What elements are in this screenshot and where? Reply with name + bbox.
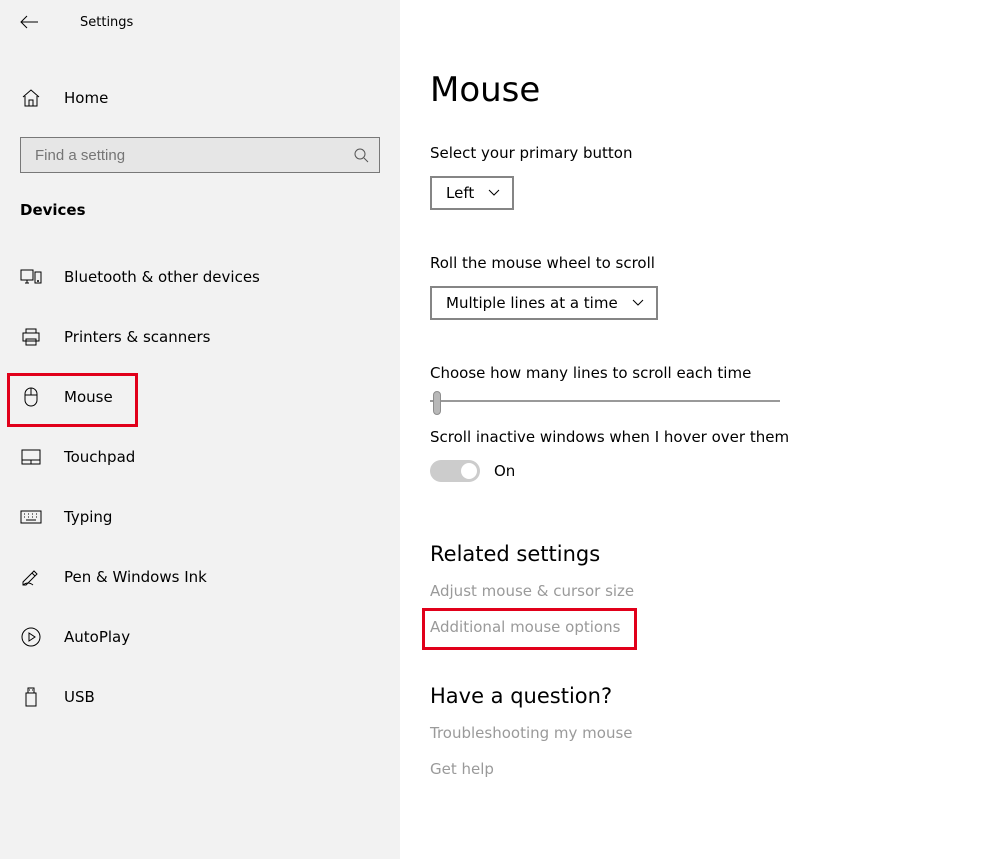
devices-icon: [20, 269, 42, 285]
question-heading: Have a question?: [430, 684, 963, 708]
chevron-down-icon: [632, 299, 644, 307]
search-icon: [353, 147, 369, 163]
sidebar-home[interactable]: Home: [0, 79, 400, 117]
usb-icon: [20, 687, 42, 707]
search-input[interactable]: [33, 146, 319, 165]
dropdown-value: Multiple lines at a time: [446, 294, 618, 312]
touchpad-icon: [20, 449, 42, 465]
sidebar-item-label: Typing: [64, 508, 112, 526]
link-troubleshoot[interactable]: Troubleshooting my mouse: [430, 724, 963, 742]
sidebar-item-typing[interactable]: Typing: [0, 495, 400, 539]
sidebar-item-mouse[interactable]: Mouse: [0, 375, 400, 419]
link-get-help[interactable]: Get help: [430, 760, 963, 778]
pen-icon: [20, 568, 42, 586]
sidebar-item-label: Printers & scanners: [64, 328, 210, 346]
sidebar-item-label: Mouse: [64, 388, 113, 406]
printer-icon: [20, 328, 42, 346]
main-content: Mouse Select your primary button Left Ro…: [400, 0, 993, 859]
sidebar-item-label: USB: [64, 688, 95, 706]
app-title: Settings: [80, 15, 133, 30]
lines-slider[interactable]: [430, 400, 780, 402]
sidebar-item-label: AutoPlay: [64, 628, 130, 646]
header-row: Settings: [0, 7, 400, 37]
inactive-label: Scroll inactive windows when I hover ove…: [430, 428, 963, 446]
link-additional-mouse-options[interactable]: Additional mouse options: [430, 618, 620, 636]
sidebar-item-autoplay[interactable]: AutoPlay: [0, 615, 400, 659]
keyboard-icon: [20, 510, 42, 524]
search-box[interactable]: [20, 137, 380, 173]
sidebar-item-label: Pen & Windows Ink: [64, 568, 207, 586]
related-heading: Related settings: [430, 542, 963, 566]
mouse-icon: [20, 387, 42, 407]
scroll-wheel-label: Roll the mouse wheel to scroll: [430, 254, 963, 272]
scroll-wheel-dropdown[interactable]: Multiple lines at a time: [430, 286, 658, 320]
primary-button-dropdown[interactable]: Left: [430, 176, 514, 210]
autoplay-icon: [20, 627, 42, 647]
lines-label: Choose how many lines to scroll each tim…: [430, 364, 963, 382]
sidebar-item-bluetooth[interactable]: Bluetooth & other devices: [0, 255, 400, 299]
dropdown-value: Left: [446, 184, 474, 202]
scroll-wheel-group: Roll the mouse wheel to scroll Multiple …: [430, 254, 963, 350]
toggle-state: On: [494, 462, 515, 480]
section-label: Devices: [0, 201, 400, 219]
sidebar-item-usb[interactable]: USB: [0, 675, 400, 719]
primary-button-group: Select your primary button Left: [430, 144, 963, 240]
page-title: Mouse: [430, 70, 963, 110]
inactive-group: Scroll inactive windows when I hover ove…: [430, 428, 963, 482]
lines-group: Choose how many lines to scroll each tim…: [430, 364, 963, 402]
sidebar-item-printers[interactable]: Printers & scanners: [0, 315, 400, 359]
home-icon: [20, 89, 42, 107]
primary-button-label: Select your primary button: [430, 144, 963, 162]
sidebar: Settings Home Devices Bluetooth & other …: [0, 0, 400, 859]
back-button[interactable]: [20, 15, 56, 29]
slider-thumb[interactable]: [433, 391, 441, 415]
sidebar-item-label: Bluetooth & other devices: [64, 268, 260, 286]
sidebar-item-label: Touchpad: [64, 448, 135, 466]
link-adjust-cursor[interactable]: Adjust mouse & cursor size: [430, 582, 963, 600]
inactive-toggle[interactable]: [430, 460, 480, 482]
sidebar-item-pen[interactable]: Pen & Windows Ink: [0, 555, 400, 599]
chevron-down-icon: [488, 189, 500, 197]
sidebar-item-touchpad[interactable]: Touchpad: [0, 435, 400, 479]
toggle-knob: [461, 463, 477, 479]
sidebar-home-label: Home: [64, 89, 108, 107]
